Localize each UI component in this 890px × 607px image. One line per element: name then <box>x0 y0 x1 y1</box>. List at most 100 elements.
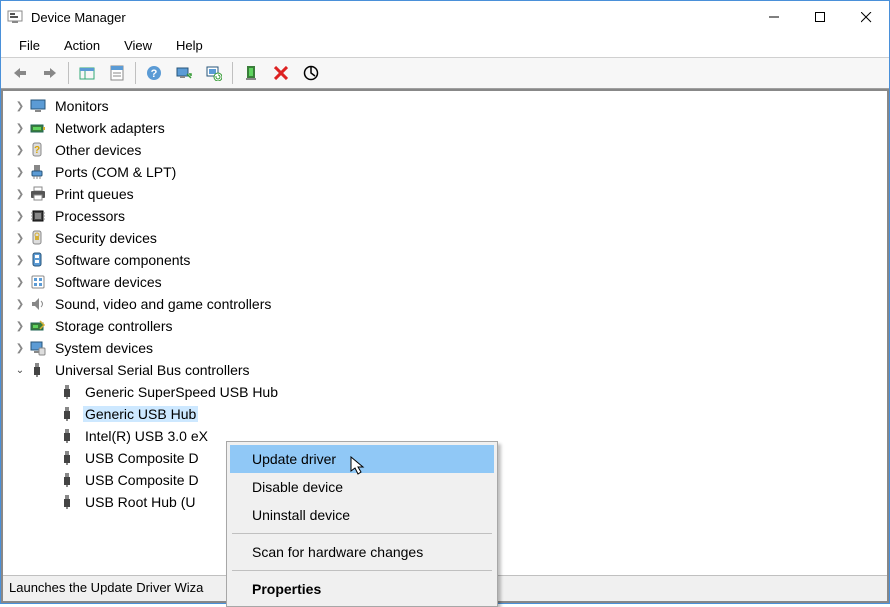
window-title: Device Manager <box>31 10 751 25</box>
expand-icon[interactable]: ❯ <box>13 189 27 200</box>
tree-item-label: USB Root Hub (U <box>83 494 197 510</box>
back-button[interactable] <box>6 60 34 86</box>
sound-icon <box>29 295 47 313</box>
tree-item-processors[interactable]: ❯ Processors <box>3 205 887 227</box>
properties-button[interactable] <box>103 60 131 86</box>
tree-item-network-adapters[interactable]: ❯ Network adapters <box>3 117 887 139</box>
other-devices-icon: ? <box>29 141 47 159</box>
toolbar: ? <box>1 57 889 89</box>
tree-item-label: Software components <box>53 252 192 268</box>
tree-item-label: USB Composite D <box>83 450 201 466</box>
menubar: File Action View Help <box>1 33 889 57</box>
toolbar-separator <box>135 62 136 84</box>
expand-icon[interactable]: ❯ <box>13 343 27 354</box>
context-menu: Update driver Disable device Uninstall d… <box>226 441 498 607</box>
tree-item-label: Security devices <box>53 230 159 246</box>
tree-item-ports[interactable]: ❯ Ports (COM & LPT) <box>3 161 887 183</box>
tree-item-sound[interactable]: ❯ Sound, video and game controllers <box>3 293 887 315</box>
tree-item-print-queues[interactable]: ❯ Print queues <box>3 183 887 205</box>
menu-view[interactable]: View <box>114 36 162 55</box>
context-menu-update-driver[interactable]: Update driver <box>230 445 494 473</box>
help-button[interactable]: ? <box>140 60 168 86</box>
expand-icon[interactable]: ❯ <box>13 211 27 222</box>
tree-item-label: Print queues <box>53 186 136 202</box>
menu-file[interactable]: File <box>9 36 50 55</box>
tree-item-label: System devices <box>53 340 155 356</box>
context-menu-separator <box>232 533 492 534</box>
tree-item-label: Monitors <box>53 98 111 114</box>
usb-icon <box>59 427 77 445</box>
forward-button[interactable] <box>36 60 64 86</box>
close-button[interactable] <box>843 1 889 33</box>
uninstall-device-button[interactable] <box>267 60 295 86</box>
menu-action[interactable]: Action <box>54 36 110 55</box>
usb-icon <box>29 361 47 379</box>
tree-item-storage-controllers[interactable]: ❯ Storage controllers <box>3 315 887 337</box>
usb-icon <box>59 471 77 489</box>
expand-icon[interactable]: ❯ <box>13 145 27 156</box>
expand-icon[interactable]: ❯ <box>13 101 27 112</box>
storage-controller-icon <box>29 317 47 335</box>
tree-item-usb-superspeed[interactable]: Generic SuperSpeed USB Hub <box>3 381 887 403</box>
tree-item-software-components[interactable]: ❯ Software components <box>3 249 887 271</box>
tree-item-label: Network adapters <box>53 120 167 136</box>
tree-item-other-devices[interactable]: ❯ ? Other devices <box>3 139 887 161</box>
expand-icon[interactable]: ❯ <box>13 167 27 178</box>
tree-item-label: Processors <box>53 208 127 224</box>
usb-icon <box>59 493 77 511</box>
expand-icon[interactable]: ❯ <box>13 299 27 310</box>
tree-item-software-devices[interactable]: ❯ Software devices <box>3 271 887 293</box>
tree-item-label: Software devices <box>53 274 164 290</box>
software-component-icon <box>29 251 47 269</box>
tree-item-label: Universal Serial Bus controllers <box>53 362 252 378</box>
processor-icon <box>29 207 47 225</box>
disable-device-button[interactable] <box>297 60 325 86</box>
tree-item-usb-controllers[interactable]: ⌄ Universal Serial Bus controllers <box>3 359 887 381</box>
titlebar: Device Manager <box>1 1 889 33</box>
tree-item-label: Storage controllers <box>53 318 175 334</box>
show-hide-tree-button[interactable] <box>73 60 101 86</box>
tree-item-monitors[interactable]: ❯ Monitors <box>3 95 887 117</box>
minimize-button[interactable] <box>751 1 797 33</box>
software-device-icon <box>29 273 47 291</box>
maximize-button[interactable] <box>797 1 843 33</box>
window-controls <box>751 1 889 33</box>
monitor-icon <box>29 97 47 115</box>
tree-item-label: Generic SuperSpeed USB Hub <box>83 384 280 400</box>
tree-item-label: Ports (COM & LPT) <box>53 164 178 180</box>
expand-icon[interactable]: ❯ <box>13 233 27 244</box>
expand-icon[interactable]: ❯ <box>13 321 27 332</box>
tree-item-security-devices[interactable]: ❯ Security devices <box>3 227 887 249</box>
usb-icon <box>59 405 77 423</box>
svg-text:?: ? <box>151 68 158 80</box>
expand-icon[interactable]: ❯ <box>13 255 27 266</box>
context-menu-disable-device[interactable]: Disable device <box>230 473 494 501</box>
context-menu-scan-hardware[interactable]: Scan for hardware changes <box>230 538 494 566</box>
app-icon <box>7 9 23 25</box>
tree-item-label: Intel(R) USB 3.0 eX <box>83 428 210 444</box>
scan-hardware-button[interactable] <box>170 60 198 86</box>
ports-icon <box>29 163 47 181</box>
tree-item-system-devices[interactable]: ❯ System devices <box>3 337 887 359</box>
system-device-icon <box>29 339 47 357</box>
svg-text:?: ? <box>34 145 40 156</box>
tree-item-label: Other devices <box>53 142 143 158</box>
update-driver-button[interactable] <box>200 60 228 86</box>
menu-help[interactable]: Help <box>166 36 213 55</box>
tree-item-label: Generic USB Hub <box>83 406 198 422</box>
expand-icon[interactable]: ❯ <box>13 123 27 134</box>
printer-icon <box>29 185 47 203</box>
expand-icon[interactable]: ❯ <box>13 277 27 288</box>
collapse-icon[interactable]: ⌄ <box>13 365 27 376</box>
tree-item-generic-usb-hub[interactable]: Generic USB Hub <box>3 403 887 425</box>
security-device-icon <box>29 229 47 247</box>
toolbar-separator <box>68 62 69 84</box>
context-menu-properties[interactable]: Properties <box>230 575 494 603</box>
tree-item-label: Sound, video and game controllers <box>53 296 273 312</box>
context-menu-separator <box>232 570 492 571</box>
toolbar-separator <box>232 62 233 84</box>
usb-icon <box>59 449 77 467</box>
context-menu-uninstall-device[interactable]: Uninstall device <box>230 501 494 529</box>
enable-device-button[interactable] <box>237 60 265 86</box>
tree-item-label: USB Composite D <box>83 472 201 488</box>
